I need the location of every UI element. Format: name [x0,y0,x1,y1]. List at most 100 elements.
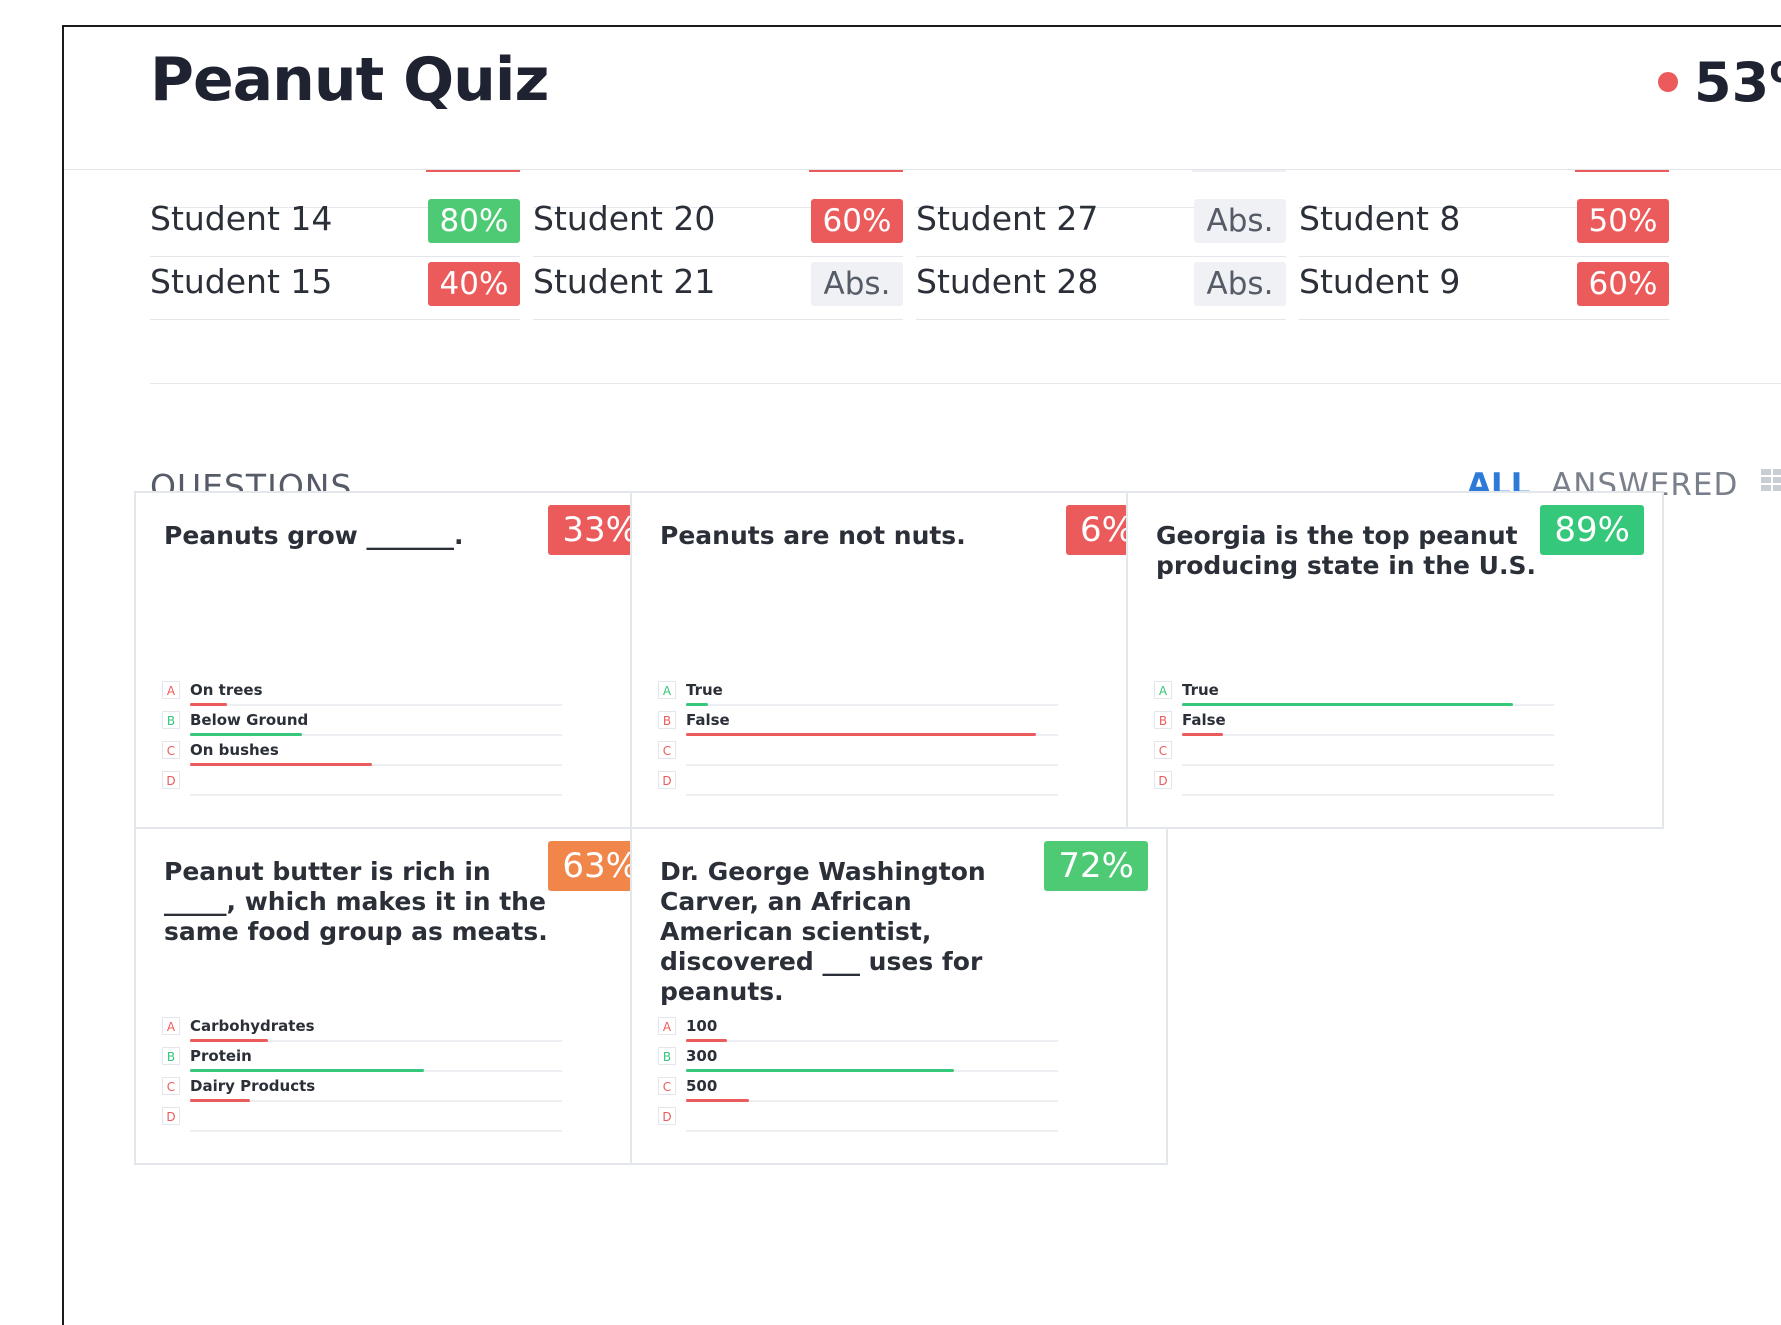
student-score-badge: 40% [428,262,520,306]
student-score-badge: Abs. [1194,262,1286,306]
answer-bar-track [190,733,562,736]
answer-text: Below Ground [190,711,309,729]
student-row[interactable]: Student 14 80% [150,187,520,257]
answer-bar-track [190,1099,562,1102]
student-score-badge: 80% [428,199,520,243]
student-name: Student 14 [150,199,333,238]
answer-text: Protein [190,1047,252,1065]
answer-option: B False [658,711,1088,741]
answer-bar-track [686,1039,1058,1042]
answer-letter: D [162,771,180,789]
answer-bar-track [190,1039,562,1042]
answer-option: B Below Ground [162,711,592,741]
row-divider [916,319,1286,320]
answer-list: A On trees B Below Ground C On bushes D [162,681,592,801]
answer-letter: A [162,681,180,699]
answer-option: D [162,1107,592,1137]
grid-view-icon[interactable] [1761,469,1781,497]
answer-list: A True B False C D [1154,681,1584,801]
answer-option: A On trees [162,681,592,711]
question-card[interactable]: Peanut butter is rich in _____, which ma… [134,827,672,1165]
question-card[interactable]: Peanuts are not nuts. 6% A True B False C D [630,491,1168,829]
student-name: Student 15 [150,262,333,301]
student-row[interactable]: Student 21 Abs. [533,250,903,320]
student-row[interactable]: Student 8 50% [1299,187,1669,257]
answer-list: A Carbohydrates B Protein C Dairy Products D [162,1017,592,1137]
answer-option: B 300 [658,1047,1088,1077]
answer-bar-fill [686,1039,727,1042]
student-name: Student 28 [916,262,1099,301]
answer-letter: A [658,1017,676,1035]
answer-bar-track [686,1069,1058,1072]
quiz-report-window: Peanut Quiz 53% Student 14 80% Student 15 4… [62,25,1781,1325]
answer-bar-fill [1182,733,1223,736]
student-row[interactable]: Student 28 Abs. [916,250,1286,320]
answer-letter: D [658,1107,676,1125]
question-card[interactable]: Georgia is the top peanut producing stat… [1126,491,1664,829]
answer-letter: D [658,771,676,789]
student-name: Student 9 [1299,262,1461,301]
answer-text: 300 [686,1047,718,1065]
row-divider [1299,319,1669,320]
answer-letter: C [162,1077,180,1095]
student-column: Student 14 80% Student 15 40% [150,169,520,339]
overall-score-value: 53% [1694,51,1781,114]
answer-option: C [658,741,1088,771]
student-row[interactable]: Student 9 60% [1299,250,1669,320]
answer-letter: C [1154,741,1172,759]
student-score-badge: 60% [1577,262,1669,306]
answer-letter: C [658,741,676,759]
section-divider [150,383,1781,384]
answer-text: True [1182,681,1219,699]
row-divider [533,319,903,320]
page-title: Peanut Quiz [150,45,549,115]
answer-bar-track [686,794,1058,796]
row-divider [150,319,520,320]
student-score-badge: Abs. [811,262,903,306]
question-card[interactable]: Peanuts grow _______. 33% A On trees B Below … [134,491,672,829]
answer-list: A 100 B 300 C 500 D [658,1017,1088,1137]
student-score-badge: 60% [811,199,903,243]
answer-bar-fill [686,1099,749,1102]
answer-bar-track [686,1099,1058,1102]
answer-option: B False [1154,711,1584,741]
student-name: Student 27 [916,199,1099,238]
answer-letter: A [162,1017,180,1035]
answer-letter: B [1154,711,1172,729]
answer-letter: A [1154,681,1172,699]
student-row[interactable]: Student 27 Abs. [916,187,1286,257]
answer-letter: B [162,1047,180,1065]
answer-bar-track [190,1069,562,1072]
question-text: Peanuts are not nuts. [660,521,966,550]
answer-bar-fill [190,703,227,706]
student-name: Student 20 [533,199,716,238]
answer-text: 500 [686,1077,718,1095]
answer-text: True [686,681,723,699]
answer-bar-track [686,703,1058,706]
question-text: Peanuts grow _______. [164,521,464,550]
header: Peanut Quiz 53% [64,27,1781,170]
answer-letter: C [162,741,180,759]
answer-option: D [162,771,592,801]
answer-option: D [658,1107,1088,1137]
student-score-badge: 50% [1577,199,1669,243]
question-percent-badge: 72% [1044,841,1148,891]
question-card[interactable]: Dr. George Washington Carver, an African… [630,827,1168,1165]
answer-text: On trees [190,681,263,699]
question-text: Georgia is the top peanut producing stat… [1156,521,1536,580]
answer-bar-track [1182,733,1554,736]
student-name: Student 8 [1299,199,1461,238]
answer-letter: B [658,1047,676,1065]
answer-bar-fill [190,1039,268,1042]
student-row[interactable]: Student 15 40% [150,250,520,320]
answer-bar-track [686,733,1058,736]
answer-option: C [1154,741,1584,771]
answer-option: C Dairy Products [162,1077,592,1107]
student-row[interactable]: Student 20 60% [533,187,903,257]
question-text: Dr. George Washington Carver, an African… [660,857,986,1006]
answer-bar-track [190,703,562,706]
answer-bar-track [686,764,1058,766]
student-score-badge: Abs. [1194,199,1286,243]
answer-option: A True [658,681,1088,711]
answer-letter: D [1154,771,1172,789]
